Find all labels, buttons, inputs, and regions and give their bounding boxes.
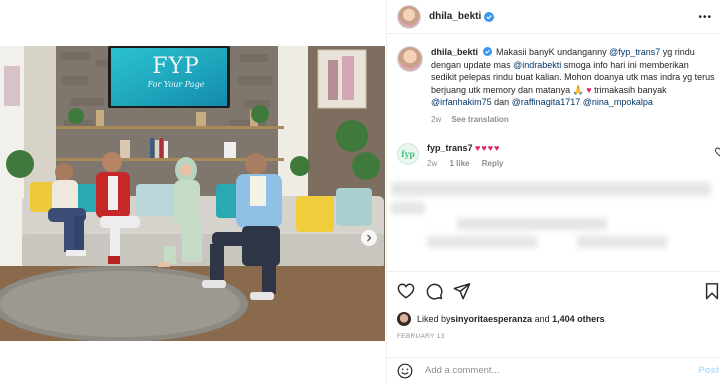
likes-and: and — [532, 314, 553, 324]
chevron-right-icon — [367, 234, 372, 242]
comment-like-count[interactable]: 1 like — [449, 159, 469, 168]
caption-mention-link[interactable]: @indrabekti — [513, 60, 561, 70]
commenter-username[interactable]: fyp_trans7 — [427, 143, 473, 153]
liker-username[interactable]: sinyoritaesperanza — [451, 314, 533, 324]
caption-text: dhila_bekti Makasii banyK undanganny @fy… — [431, 46, 715, 109]
caption-age: 2w — [431, 114, 442, 124]
author-avatar[interactable] — [397, 4, 421, 29]
studio-scene-image — [0, 46, 385, 341]
more-options-icon[interactable]: ••• — [698, 12, 712, 23]
post-comment-button[interactable]: Post — [698, 365, 719, 376]
comment-bubble-icon[interactable] — [425, 282, 443, 300]
author-username[interactable]: dhila_bekti — [429, 11, 481, 22]
caption-mention-link[interactable]: @irfanhakim75 — [431, 97, 492, 107]
post-caption: dhila_bekti Makasii banyK undanganny @fy… — [397, 46, 715, 126]
comment-age: 2w — [427, 159, 438, 168]
post-date: FEBRUARY 13 — [397, 333, 445, 340]
commenter-avatar[interactable]: fyp — [397, 143, 419, 165]
caption-author-username[interactable]: dhila_bekti — [431, 47, 478, 57]
show-logo-text: FYP — [152, 54, 200, 79]
comment-reply-link[interactable]: Reply — [482, 159, 504, 168]
like-heart-icon[interactable] — [397, 282, 415, 300]
blurred-comments — [387, 176, 720, 271]
emoji-smile-icon[interactable] — [397, 363, 413, 379]
post-action-bar — [387, 271, 720, 313]
likes-count[interactable]: 1,404 others — [552, 314, 605, 324]
likes-summary: Liked by sinyoritaesperanza and 1,404 ot… — [397, 312, 605, 326]
caption-text-segment: trimakasih banyak — [591, 84, 667, 95]
share-send-icon[interactable] — [453, 282, 471, 300]
caption-author-avatar[interactable] — [397, 46, 423, 72]
post-header: dhila_bekti ••• — [387, 0, 720, 34]
save-bookmark-icon[interactable] — [703, 282, 720, 300]
likes-prefix: Liked by — [417, 314, 451, 324]
see-translation-link[interactable]: See translation — [451, 115, 508, 124]
post-photo[interactable]: FYP For Your Page — [0, 46, 385, 341]
comment-text: ♥♥♥♥ — [475, 143, 501, 153]
show-logo-subtitle: For Your Page — [147, 80, 205, 89]
post-media: FYP For Your Page — [0, 0, 385, 383]
verified-badge-icon — [482, 47, 492, 56]
comment-item: fyp fyp_trans7 ♥♥♥♥ 2w 1 like Reply — [397, 143, 720, 168]
caption-mention-link[interactable]: @nina_mpokalpa — [583, 97, 653, 107]
caption-meta: 2w See translation — [431, 114, 715, 127]
comment-like-heart-icon[interactable] — [715, 147, 720, 157]
post-side-panel: dhila_bekti ••• dhila_bekti Makasii bany… — [386, 0, 720, 383]
caption-text-segment: Makasii banyK undanganny — [496, 47, 610, 57]
liker-avatar[interactable] — [397, 312, 411, 326]
caption-mention-link[interactable]: @fyp_trans7 — [609, 47, 660, 57]
comment-input[interactable]: Add a comment... — [425, 365, 499, 376]
add-comment-bar: Add a comment... Post — [387, 357, 720, 383]
verified-badge-icon — [484, 11, 495, 22]
caption-text-segment: dan — [491, 97, 512, 107]
caption-mention-link[interactable]: @raffinagita1717 — [512, 97, 581, 107]
carousel-next-button[interactable] — [361, 230, 377, 246]
